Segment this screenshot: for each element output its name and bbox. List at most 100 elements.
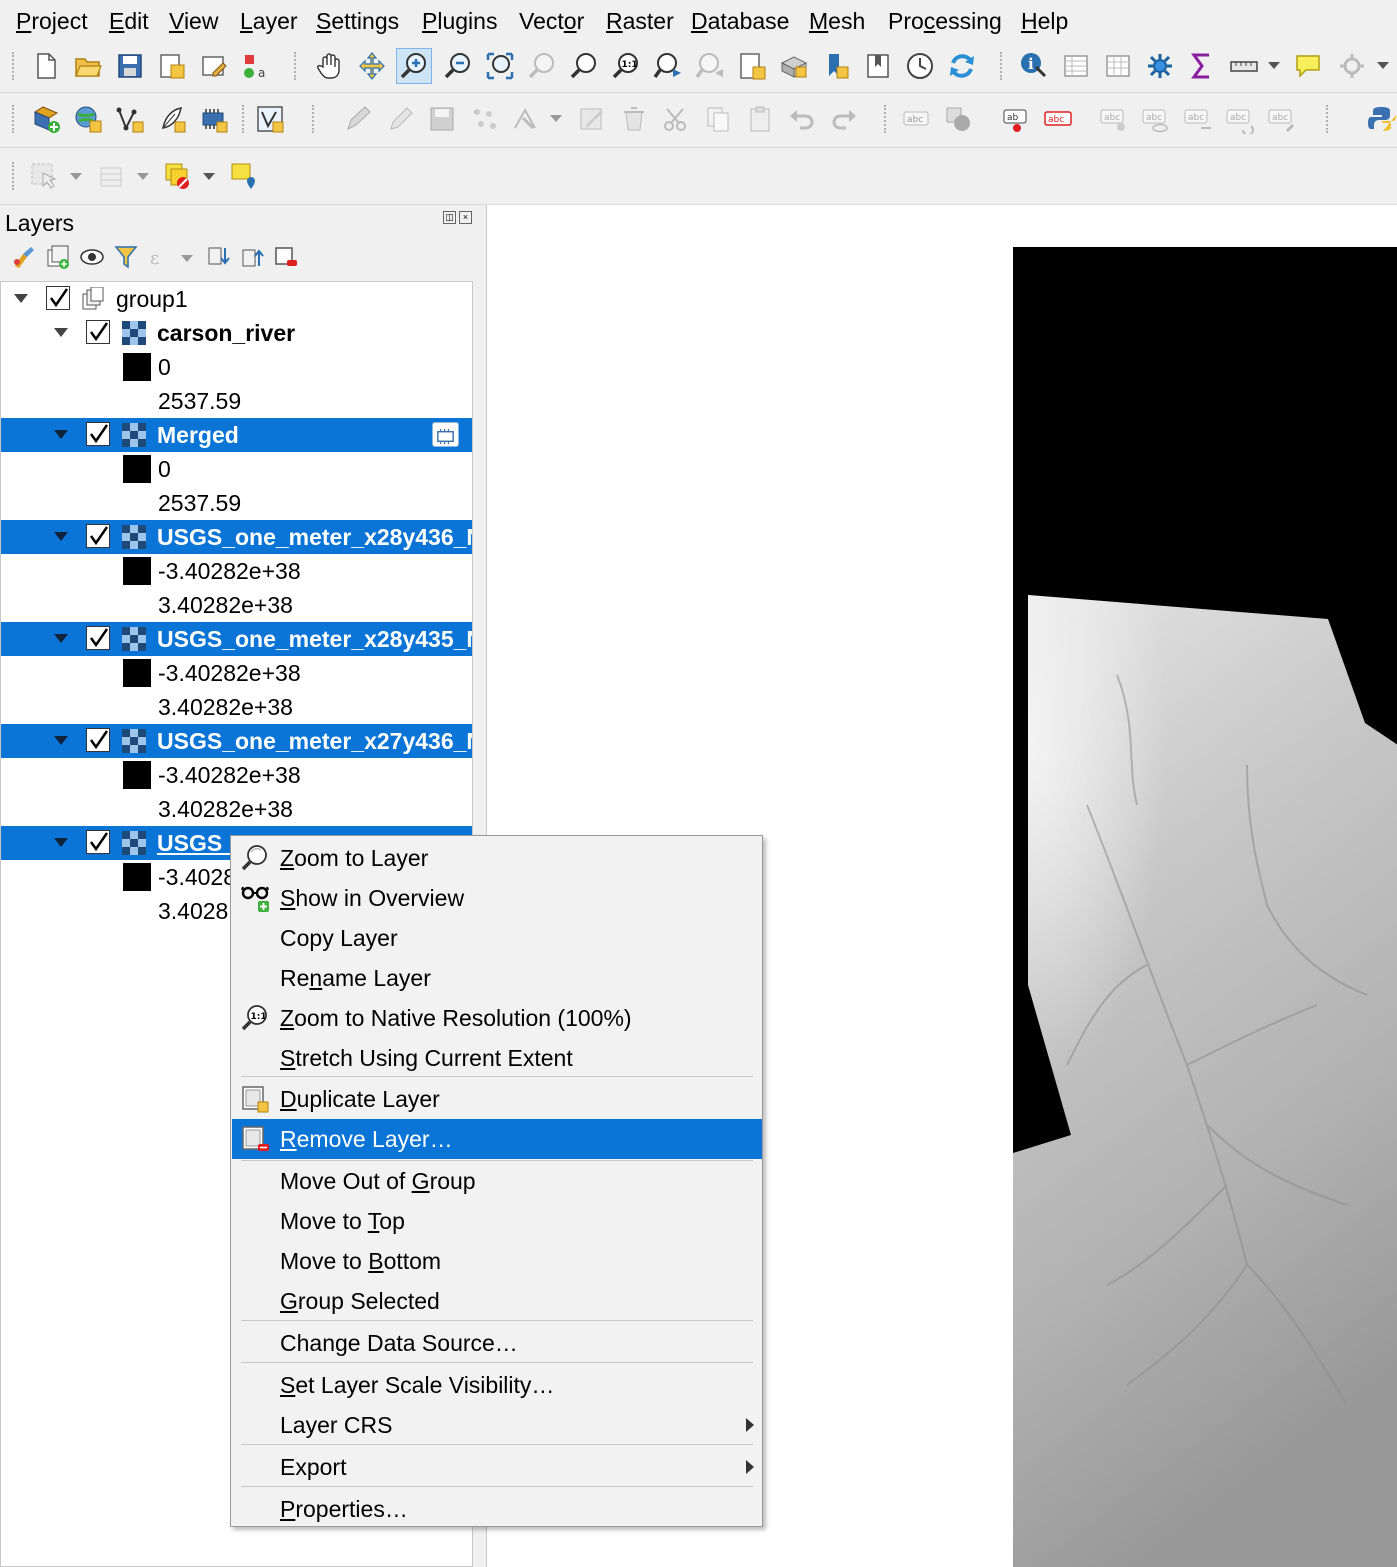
layer-visibility-checkbox[interactable] <box>86 422 110 446</box>
filter-expression-icon[interactable]: ε <box>146 243 174 271</box>
open-project-icon[interactable] <box>72 50 104 82</box>
layer-row-usgs-x28y436[interactable]: USGS_one_meter_x28y436_N <box>1 520 472 554</box>
manage-visibility-icon[interactable] <box>78 243 106 271</box>
delete-selected-icon[interactable] <box>618 103 650 135</box>
menu-view[interactable]: View <box>169 6 218 36</box>
menu-plugins[interactable]: Plugins <box>422 6 497 36</box>
menu-item-copy-layer[interactable]: Copy Layer <box>232 918 762 958</box>
menu-item-export[interactable]: Export <box>232 1447 762 1487</box>
save-edits-icon[interactable] <box>426 103 458 135</box>
filter-legend-icon[interactable] <box>112 243 140 271</box>
select-features-icon[interactable] <box>28 160 60 192</box>
print-layout-icon[interactable] <box>198 50 230 82</box>
temporal-controller-icon[interactable] <box>904 50 936 82</box>
python-console-icon[interactable] <box>1366 103 1397 135</box>
menu-processing[interactable]: Processing <box>888 6 1002 36</box>
toolbar-grip[interactable] <box>12 162 18 190</box>
new-vector-layer-icon[interactable] <box>114 103 146 135</box>
zoom-in-icon[interactable] <box>396 48 432 84</box>
pan-to-selection-icon[interactable] <box>356 50 388 82</box>
add-wms-layer-icon[interactable] <box>72 103 104 135</box>
new-spatialite-layer-icon[interactable] <box>156 103 188 135</box>
pan-hand-icon[interactable] <box>314 50 346 82</box>
toolbar-grip[interactable] <box>884 105 890 133</box>
toolbar-grip[interactable] <box>1000 52 1006 80</box>
menu-layer[interactable]: Layer <box>240 6 298 36</box>
copy-features-icon[interactable] <box>702 103 734 135</box>
zoom-to-layer-icon[interactable] <box>568 50 600 82</box>
expand-all-icon[interactable] <box>204 243 232 271</box>
add-group-icon[interactable] <box>44 243 72 271</box>
toggle-editing-icon[interactable] <box>384 103 416 135</box>
menu-item-remove-layer[interactable]: Remove Layer… <box>232 1119 762 1159</box>
move-label-icon[interactable]: abc <box>1182 103 1214 135</box>
new-temporary-layer-icon[interactable] <box>198 103 230 135</box>
zoom-next-icon[interactable] <box>694 50 726 82</box>
gps-dropdown-icon[interactable] <box>1377 62 1389 69</box>
deselect-dropdown-icon[interactable] <box>203 173 215 180</box>
collapse-layer-icon[interactable] <box>54 838 68 847</box>
collapse-layer-icon[interactable] <box>54 532 68 541</box>
menu-item-zoom-native-resolution[interactable]: 1:1 Zoom to Native Resolution (100%) <box>232 998 762 1038</box>
measure-line-icon[interactable] <box>1228 50 1260 82</box>
layer-labeling-icon[interactable]: abc <box>1042 103 1074 135</box>
menu-item-group-selected[interactable]: Group Selected <box>232 1281 762 1321</box>
temporary-layer-indicator-icon[interactable] <box>432 422 459 447</box>
save-project-icon[interactable] <box>114 50 146 82</box>
menu-item-layer-crs[interactable]: Layer CRS <box>232 1405 762 1445</box>
group-row[interactable]: group1 <box>1 282 472 316</box>
menu-item-properties[interactable]: Properties… <box>232 1489 762 1529</box>
menu-item-zoom-to-layer[interactable]: Zoom to Layer <box>232 838 762 878</box>
select-dropdown-icon[interactable] <box>70 173 82 180</box>
save-as-icon[interactable] <box>156 50 188 82</box>
modify-attributes-icon[interactable] <box>576 103 608 135</box>
attribute-table-icon[interactable] <box>1060 50 1092 82</box>
zoom-full-icon[interactable] <box>484 50 516 82</box>
redo-icon[interactable] <box>828 103 860 135</box>
layer-row-usgs-x28y435[interactable]: USGS_one_meter_x28y435_N <box>1 622 472 656</box>
zoom-native-resolution-icon[interactable]: 1:1 <box>610 50 642 82</box>
layer-visibility-checkbox[interactable] <box>46 286 70 310</box>
menu-vector[interactable]: Vector <box>519 6 584 36</box>
pin-labels-icon[interactable]: abc <box>1098 103 1130 135</box>
vertex-tool-icon[interactable] <box>510 103 542 135</box>
menu-item-rename-layer[interactable]: Rename Layer <box>232 958 762 998</box>
menu-mesh[interactable]: Mesh <box>809 6 865 36</box>
new-virtual-layer-icon[interactable] <box>254 103 286 135</box>
data-source-manager-icon[interactable] <box>30 103 62 135</box>
vertex-dropdown-icon[interactable] <box>550 115 562 122</box>
cut-features-icon[interactable] <box>660 103 692 135</box>
rotate-label-icon[interactable]: abc <box>1224 103 1256 135</box>
digitize-point-icon[interactable] <box>468 103 500 135</box>
menu-item-move-to-bottom[interactable]: Move to Bottom <box>232 1241 762 1281</box>
layer-labeling-options-icon[interactable]: ab <box>1000 103 1032 135</box>
toolbar-grip[interactable] <box>312 105 318 133</box>
new-map-view-icon[interactable] <box>736 50 768 82</box>
show-hide-labels-icon[interactable]: abc <box>1140 103 1172 135</box>
refresh-icon[interactable] <box>946 50 978 82</box>
label-toolbar-icon[interactable]: abc <box>900 103 932 135</box>
float-panel-icon[interactable]: ◫ <box>443 211 456 224</box>
processing-toolbox-icon[interactable] <box>1144 50 1176 82</box>
zoom-to-selection-icon[interactable] <box>526 50 558 82</box>
layer-row-merged[interactable]: Merged <box>1 418 472 452</box>
layer-visibility-checkbox[interactable] <box>86 524 110 548</box>
collapse-all-icon[interactable] <box>238 243 266 271</box>
menu-item-change-data-source[interactable]: Change Data Source… <box>232 1323 762 1363</box>
style-panel-icon[interactable] <box>10 243 38 271</box>
change-label-icon[interactable]: abc <box>1266 103 1298 135</box>
collapse-layer-icon[interactable] <box>54 634 68 643</box>
collapse-layer-icon[interactable] <box>54 328 68 337</box>
collapse-group-icon[interactable] <box>14 294 28 303</box>
undo-icon[interactable] <box>786 103 818 135</box>
toolbar-grip[interactable] <box>12 52 18 80</box>
field-calculator-icon[interactable] <box>1102 50 1134 82</box>
measure-dropdown-icon[interactable] <box>1268 62 1280 69</box>
menu-settings[interactable]: Settings <box>316 6 399 36</box>
zoom-last-icon[interactable] <box>652 50 684 82</box>
zoom-out-icon[interactable] <box>442 50 474 82</box>
collapse-layer-icon[interactable] <box>54 430 68 439</box>
menu-edit[interactable]: Edit <box>109 6 149 36</box>
toolbar-grip[interactable] <box>242 105 248 133</box>
map-tips-icon[interactable] <box>1292 50 1324 82</box>
